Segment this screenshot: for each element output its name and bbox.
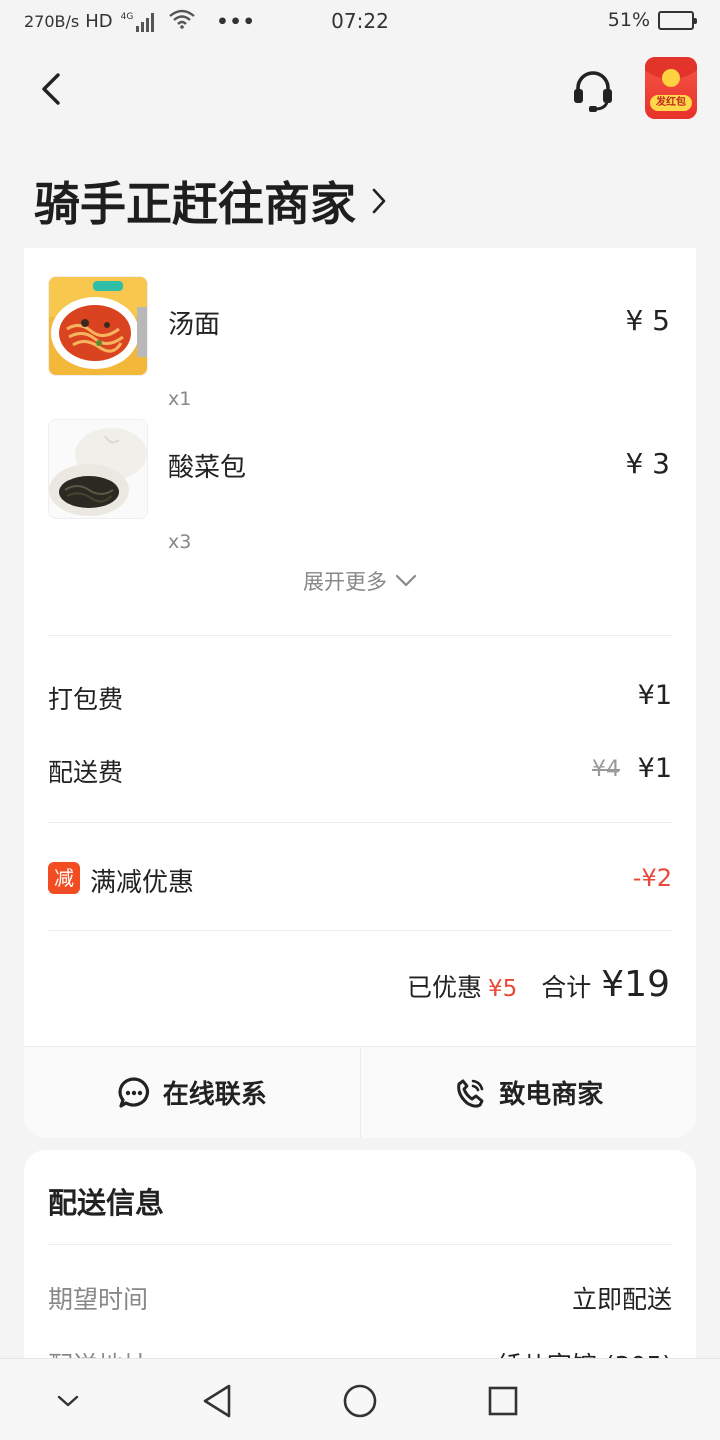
- item-price: ¥ 3: [625, 447, 670, 480]
- expand-more-label: 展开更多: [303, 570, 387, 594]
- discount-label: 满减优惠: [90, 868, 195, 898]
- saved-label: 已优惠: [406, 973, 482, 1002]
- red-packet-button[interactable]: 发红包: [645, 57, 697, 119]
- circle-home-icon: [343, 1384, 377, 1418]
- order-status-title: 骑手正赶往商家: [34, 177, 356, 231]
- expected-time-label: 期望时间: [48, 1285, 149, 1314]
- order-status-link[interactable]: 骑手正赶往商家: [34, 168, 388, 234]
- delivery-fee-original: ¥4: [592, 757, 620, 782]
- packing-fee-row: 打包费 ¥1: [48, 680, 672, 720]
- headset-icon: [574, 71, 612, 112]
- signal-icon: 4G: [121, 12, 155, 32]
- delivery-info-title: 配送信息: [48, 1186, 165, 1220]
- chevron-right-icon: [372, 188, 386, 214]
- item-qty: x1: [168, 388, 192, 410]
- hide-nav-button[interactable]: [40, 1373, 96, 1429]
- net-speed: 270B/s: [24, 12, 80, 31]
- contact-actions: 在线联系 致电商家: [24, 1046, 696, 1138]
- saved-value: ¥5: [487, 976, 518, 1002]
- chevron-down-icon: [395, 574, 417, 587]
- back-button[interactable]: [28, 66, 74, 112]
- item-name: 汤面: [168, 310, 221, 340]
- delivery-fee-label: 配送费: [48, 758, 124, 787]
- chevron-down-icon: [57, 1395, 79, 1407]
- discount-badge: 减: [48, 862, 80, 894]
- divider: [48, 822, 672, 823]
- expand-more-button[interactable]: 展开更多: [24, 566, 696, 596]
- square-recents-icon: [488, 1386, 518, 1416]
- total-value: ¥19: [601, 964, 670, 1005]
- item-name: 酸菜包: [168, 453, 247, 483]
- call-merchant-button[interactable]: 致电商家: [359, 1047, 697, 1138]
- delivery-info-card: 配送信息 期望时间 立即配送 配送地址 纤儿宾馆 (305): [24, 1150, 696, 1390]
- network-type: 4G: [120, 11, 134, 22]
- order-card: 汤面 x1 ¥ 5 酸菜包 x3 ¥ 3 展开更多 打包费 ¥1 配送费 ¥4 …: [24, 248, 696, 1138]
- discount-value: -¥2: [632, 864, 672, 892]
- phone-icon: [457, 1079, 484, 1108]
- total-label: 合计: [541, 973, 592, 1002]
- steamed-bun-image: [48, 419, 148, 519]
- triangle-back-icon: [203, 1384, 231, 1418]
- delivery-fee-row: 配送费 ¥4 ¥1: [48, 753, 672, 793]
- wifi-icon: [168, 9, 196, 34]
- divider: [48, 635, 672, 636]
- header: 发红包: [0, 44, 720, 134]
- hd-indicator: HD: [85, 11, 113, 32]
- customer-service-button[interactable]: [566, 66, 620, 116]
- packing-fee-value: ¥1: [637, 680, 672, 711]
- total-row: 已优惠 ¥5 合计 ¥19: [407, 964, 670, 1005]
- system-nav-bar: [0, 1358, 720, 1440]
- status-bar: 270B/s HD 4G ••• 07:22 51%: [0, 0, 720, 42]
- battery-percent: 51%: [607, 9, 650, 31]
- chevron-left-icon: [42, 73, 60, 105]
- nav-home-button[interactable]: [332, 1373, 388, 1429]
- discount-row: 减 满减优惠 -¥2: [48, 858, 672, 902]
- item-price: ¥ 5: [625, 304, 670, 337]
- online-chat-label: 在线联系: [162, 1080, 267, 1110]
- red-packet-label: 发红包: [650, 95, 692, 111]
- divider: [48, 1244, 672, 1245]
- coin-icon: [662, 69, 680, 87]
- online-chat-button[interactable]: 在线联系: [24, 1047, 360, 1138]
- battery-icon: [658, 10, 697, 30]
- item-qty: x3: [168, 531, 192, 553]
- delivery-fee-value: ¥1: [637, 753, 672, 784]
- order-item[interactable]: 酸菜包 x3 ¥ 3: [24, 419, 696, 553]
- divider: [48, 930, 672, 931]
- nav-recents-button[interactable]: [475, 1373, 531, 1429]
- order-item[interactable]: 汤面 x1 ¥ 5: [24, 276, 696, 410]
- nav-back-button[interactable]: [189, 1373, 245, 1429]
- chat-bubble-icon: [118, 1076, 149, 1108]
- more-dots-icon: •••: [216, 10, 256, 33]
- noodle-soup-image: [48, 276, 148, 376]
- packing-fee-label: 打包费: [48, 685, 124, 714]
- expected-time-value: 立即配送: [571, 1285, 672, 1314]
- call-merchant-label: 致电商家: [499, 1080, 604, 1110]
